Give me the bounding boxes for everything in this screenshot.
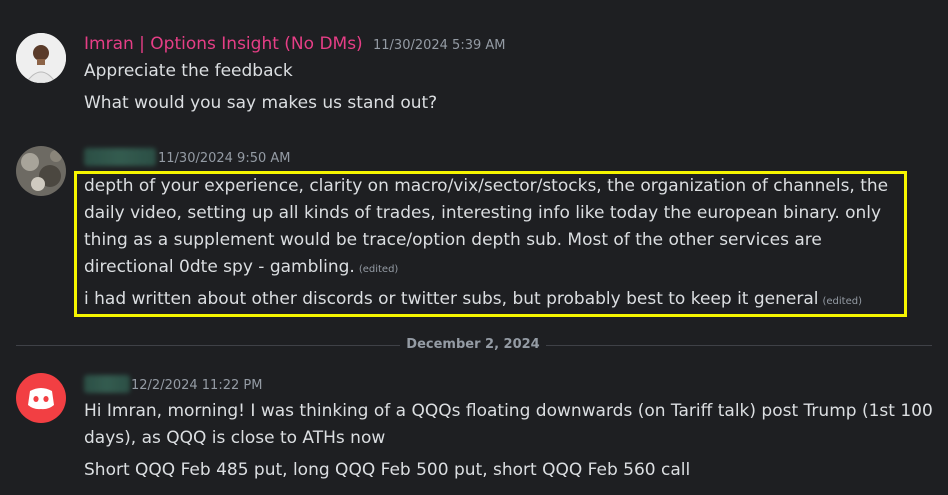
timestamp: 12/2/2024 11:22 PM xyxy=(131,378,263,393)
message-line: Hi Imran, morning! I was thinking of a Q… xyxy=(84,401,933,421)
user-photo-icon[interactable] xyxy=(16,146,66,196)
redacted-author-name[interactable] xyxy=(84,148,156,166)
user-photo-icon[interactable] xyxy=(16,33,66,83)
author-name[interactable]: Imran | Options Insight (No DMs) xyxy=(84,34,363,54)
message-line: Short QQQ Feb 485 put, long QQQ Feb 500 … xyxy=(84,460,691,480)
date-divider-label: December 2, 2024 xyxy=(400,337,546,352)
message-line: What would you say makes us stand out? xyxy=(84,93,438,113)
timestamp: 11/30/2024 5:39 AM xyxy=(373,38,506,53)
redacted-author-name[interactable] xyxy=(84,375,130,393)
timestamp: 11/30/2024 9:50 AM xyxy=(158,151,291,166)
highlight-box xyxy=(74,171,907,317)
message-line: days), as QQQ is close to ATHs now xyxy=(84,428,386,448)
discord-logo-icon[interactable] xyxy=(16,373,66,423)
message-line: Appreciate the feedback xyxy=(84,61,293,81)
